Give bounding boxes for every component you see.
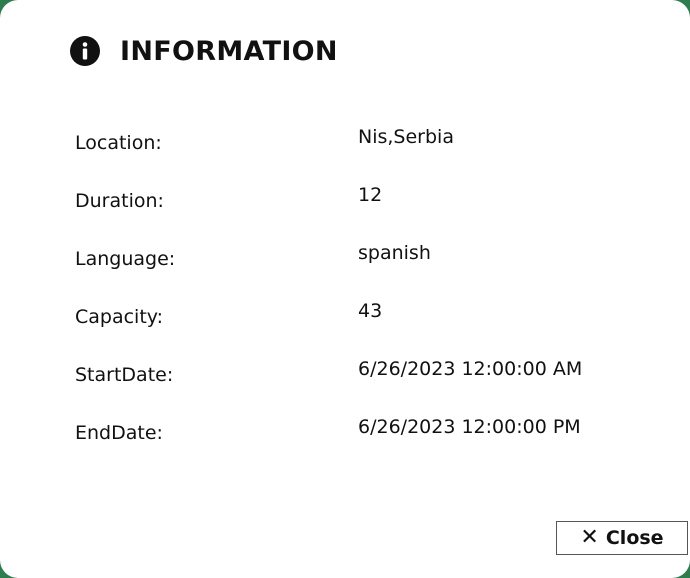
field-row-language: Language: spanish — [75, 242, 635, 272]
dialog-title: INFORMATION — [120, 35, 338, 67]
field-row-capacity: Capacity: 43 — [75, 300, 635, 330]
info-icon — [70, 36, 100, 66]
field-row-location: Location: Nis,Serbia — [75, 126, 635, 156]
capacity-value: 43 — [358, 300, 383, 322]
end-date-label: EndDate: — [75, 422, 163, 444]
location-label: Location: — [75, 132, 162, 154]
capacity-label: Capacity: — [75, 306, 164, 328]
field-row-duration: Duration: 12 — [75, 184, 635, 214]
location-value: Nis,Serbia — [358, 126, 454, 148]
start-date-label: StartDate: — [75, 364, 174, 386]
end-date-value: 6/26/2023 12:00:00 PM — [358, 416, 581, 438]
close-icon: ✕ — [580, 525, 599, 550]
duration-label: Duration: — [75, 190, 164, 212]
duration-value: 12 — [358, 184, 383, 206]
field-row-end-date: EndDate: 6/26/2023 12:00:00 PM — [75, 416, 635, 446]
field-row-start-date: StartDate: 6/26/2023 12:00:00 AM — [75, 358, 635, 388]
language-value: spanish — [358, 242, 431, 264]
close-button-label: Close — [605, 527, 664, 549]
start-date-value: 6/26/2023 12:00:00 AM — [358, 358, 583, 380]
language-label: Language: — [75, 248, 176, 270]
close-button[interactable]: ✕ Close — [556, 521, 688, 555]
information-dialog: INFORMATION Location: Nis,Serbia Duratio… — [0, 0, 690, 578]
dialog-header: INFORMATION — [70, 33, 338, 69]
